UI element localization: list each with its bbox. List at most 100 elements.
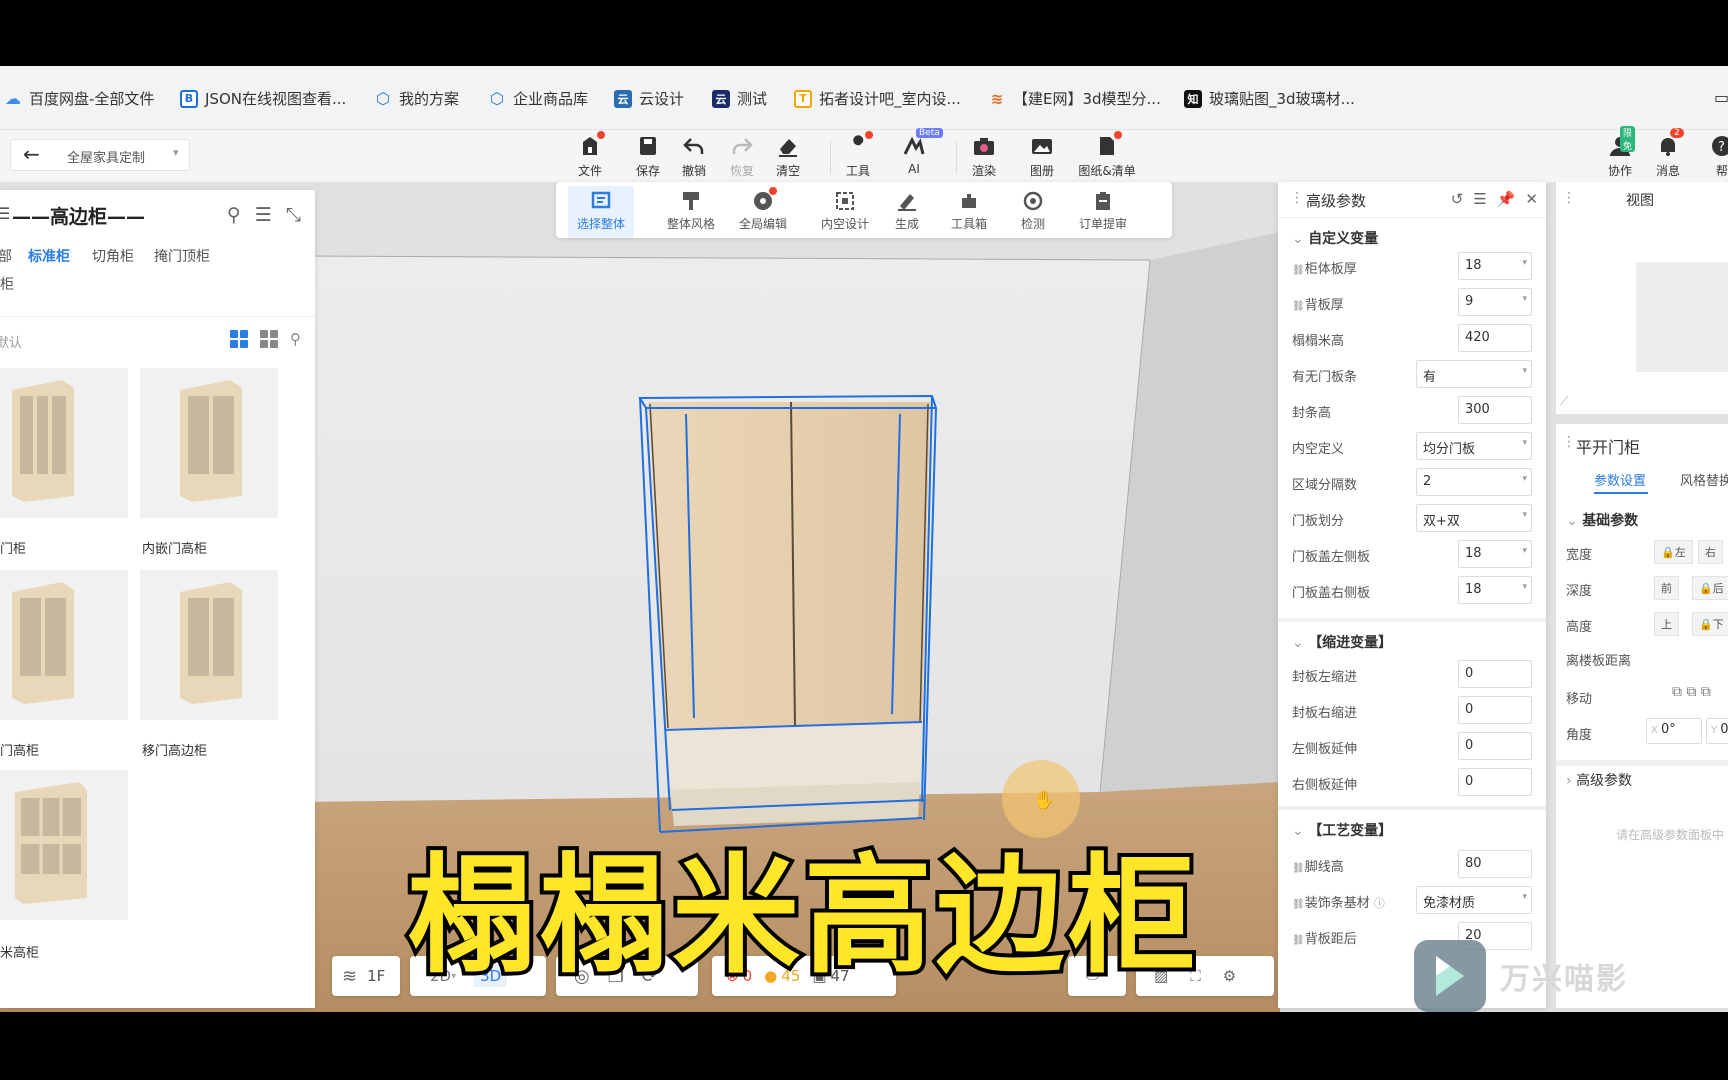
top-button[interactable]: 上 bbox=[1654, 612, 1679, 636]
catalog-tab[interactable]: 酒柜 bbox=[0, 274, 14, 294]
bookmark-test[interactable]: 云测试 bbox=[712, 88, 767, 109]
param-input[interactable]: 300 bbox=[1458, 396, 1532, 424]
filter-icon[interactable]: ⚲ bbox=[290, 330, 301, 348]
basic-params-section[interactable]: ⌄ 基础参数 bbox=[1566, 510, 1638, 530]
param-select[interactable]: 18 ▾ bbox=[1458, 252, 1532, 280]
param-input[interactable]: 0 bbox=[1458, 660, 1532, 688]
catalog-tab[interactable]: 掩门顶柜 bbox=[154, 246, 210, 266]
param-input[interactable]: 0 bbox=[1458, 696, 1532, 724]
tab-style-replace[interactable]: 风格替换 bbox=[1680, 470, 1728, 489]
resize-handle-icon[interactable]: ⟋ bbox=[1560, 394, 1568, 409]
tool-album[interactable]: 图册 bbox=[1020, 134, 1064, 179]
catalog-tab[interactable]: 切角柜 bbox=[92, 246, 134, 266]
product-card[interactable] bbox=[0, 368, 128, 518]
drag-handle-icon[interactable]: ⋮ bbox=[1562, 190, 1576, 206]
tool-undo[interactable]: 撤销 bbox=[672, 134, 716, 179]
param-select[interactable]: 双+双 ▾ bbox=[1416, 504, 1532, 532]
tool-render[interactable]: 渲染 bbox=[962, 134, 1006, 179]
param-input[interactable]: 420 bbox=[1458, 324, 1532, 352]
tool-redo[interactable]: 恢复 bbox=[720, 134, 764, 179]
drag-handle-icon[interactable]: ⋮ bbox=[1290, 190, 1304, 206]
back-arrow-icon[interactable]: ← bbox=[23, 142, 40, 166]
close-icon[interactable]: ✕ bbox=[1525, 190, 1538, 208]
bookmark-baidu[interactable]: ☁ 百度网盘-全部文件 bbox=[4, 88, 154, 109]
right-button[interactable]: 右 bbox=[1698, 540, 1723, 564]
param-select[interactable]: 9 ▾ bbox=[1458, 288, 1532, 316]
grid-view-icon[interactable] bbox=[230, 330, 248, 348]
param-select[interactable]: 均分门板 ▾ bbox=[1416, 432, 1532, 460]
tool-toolbox[interactable]: 工具箱 bbox=[936, 190, 1002, 232]
project-type-dropdown[interactable]: ← 全屋家具定制 ▾ bbox=[10, 139, 190, 171]
param-select[interactable]: 18 ▾ bbox=[1458, 576, 1532, 604]
tool-save[interactable]: 保存 bbox=[626, 134, 670, 179]
catalog-tab[interactable]: 部 bbox=[0, 246, 12, 266]
bookmark-product-lib[interactable]: ⬡ 企业商品库 bbox=[488, 88, 588, 109]
tab-param-settings[interactable]: 参数设置 bbox=[1594, 470, 1646, 489]
bookmark-jiane[interactable]: ≋ 【建E网】3d模型分... bbox=[988, 88, 1161, 109]
tool-ai[interactable]: Beta AI bbox=[892, 128, 943, 176]
param-select[interactable]: 免漆材质 ▾ bbox=[1416, 886, 1532, 914]
menu-icon[interactable]: ☰ bbox=[0, 204, 10, 223]
angle-y-input[interactable]: Y 0 bbox=[1706, 718, 1728, 744]
param-input[interactable]: 0 bbox=[1458, 768, 1532, 796]
drag-handle-icon[interactable]: ⋮ bbox=[1562, 434, 1576, 450]
tool-help[interactable]: ? 帮 bbox=[1700, 134, 1728, 179]
props-title: 平开门柜 bbox=[1576, 438, 1641, 457]
tool-generate[interactable]: 生成 bbox=[874, 190, 940, 232]
reset-icon[interactable]: ↺ bbox=[1451, 190, 1464, 208]
bookmark-json[interactable]: B JSON在线视图查看... bbox=[180, 88, 346, 109]
tool-style[interactable]: 整体风格 bbox=[658, 190, 724, 232]
collapse-all-icon[interactable]: ☰ bbox=[1473, 190, 1486, 208]
section-custom[interactable]: ⌄ 自定义变量 bbox=[1292, 228, 1378, 248]
help-circle-icon[interactable]: ⓘ bbox=[1374, 897, 1385, 910]
minimap-preview[interactable] bbox=[1636, 262, 1728, 372]
param-select[interactable]: 18 ▾ bbox=[1458, 540, 1532, 568]
product-card[interactable] bbox=[140, 570, 278, 720]
bookmark-tuozhe[interactable]: T 拓者设计吧_室内设... bbox=[794, 88, 961, 109]
lock-bottom-button[interactable]: 🔒下 bbox=[1692, 612, 1728, 636]
advanced-params-toggle[interactable]: › 高级参数 bbox=[1566, 770, 1632, 790]
tool-interior[interactable]: 内空设计 bbox=[812, 190, 878, 232]
tool-global-edit[interactable]: 全局编辑 bbox=[730, 187, 796, 232]
param-select[interactable]: 有 ▾ bbox=[1416, 360, 1532, 388]
shield-icon: ⬡ bbox=[490, 89, 504, 108]
bookmark-my-plan[interactable]: ⬡ 我的方案 bbox=[374, 88, 459, 109]
product-card[interactable] bbox=[0, 770, 128, 920]
angle-x-input[interactable]: X 0° bbox=[1646, 718, 1702, 744]
param-row: 封板左缩进 0 bbox=[1292, 660, 1536, 688]
section-indent[interactable]: ⌄ 【缩进变量】 bbox=[1292, 632, 1392, 652]
tool-tools[interactable]: 工具 bbox=[836, 131, 880, 179]
bookmark-glass[interactable]: 知玻璃贴图_3d玻璃材... bbox=[1184, 88, 1355, 109]
tool-messages[interactable]: 2 消息 bbox=[1646, 128, 1690, 179]
pin-icon[interactable]: 📌 bbox=[1497, 190, 1516, 208]
list-filter-icon[interactable]: ☰ bbox=[255, 204, 272, 226]
param-label-text: 左侧板延伸 bbox=[1292, 742, 1358, 757]
bookmark-folder[interactable]: ▭ bbox=[1714, 88, 1728, 107]
tool-clear[interactable]: 清空 bbox=[766, 134, 810, 179]
tool-order[interactable]: 订单提审 bbox=[1070, 190, 1136, 232]
search-icon[interactable]: ⚲ bbox=[227, 204, 241, 226]
param-input[interactable]: 80 bbox=[1458, 850, 1532, 878]
watermark-text: 万兴喵影 bbox=[1500, 962, 1628, 997]
front-button[interactable]: 前 bbox=[1654, 576, 1679, 600]
sort-label[interactable]: 默认 bbox=[0, 332, 22, 351]
product-card[interactable] bbox=[140, 368, 278, 518]
tool-drawing-list[interactable]: 图纸&清单 bbox=[1074, 131, 1140, 179]
param-select[interactable]: 2 ▾ bbox=[1416, 468, 1532, 496]
settings-icon[interactable]: ⚙ bbox=[1223, 967, 1236, 985]
lock-back-button[interactable]: 🔒后 bbox=[1692, 576, 1728, 600]
param-input[interactable]: 0 bbox=[1458, 732, 1532, 760]
product-card[interactable] bbox=[0, 570, 128, 720]
lock-left-button[interactable]: 🔒左 bbox=[1654, 540, 1693, 564]
section-craft[interactable]: ⌄ 【工艺变量】 bbox=[1292, 820, 1392, 840]
list-view-icon[interactable] bbox=[260, 330, 278, 348]
move-buttons[interactable]: ⧉ ⧉ ⧉ bbox=[1672, 684, 1711, 700]
bookmark-cloud-design[interactable]: 云云设计 bbox=[614, 88, 684, 109]
tool-file[interactable]: 文件 bbox=[568, 131, 612, 179]
collapse-icon[interactable]: ⤡ bbox=[286, 204, 301, 226]
tool-collab[interactable]: 限免 协作 bbox=[1598, 126, 1642, 179]
tool-select-all[interactable]: 选择整体 bbox=[568, 186, 634, 238]
floor-switch[interactable]: ≋ 1F bbox=[332, 956, 400, 996]
catalog-tab-active[interactable]: 标准柜 bbox=[28, 246, 70, 266]
tool-check[interactable]: 检测 bbox=[1000, 190, 1066, 232]
